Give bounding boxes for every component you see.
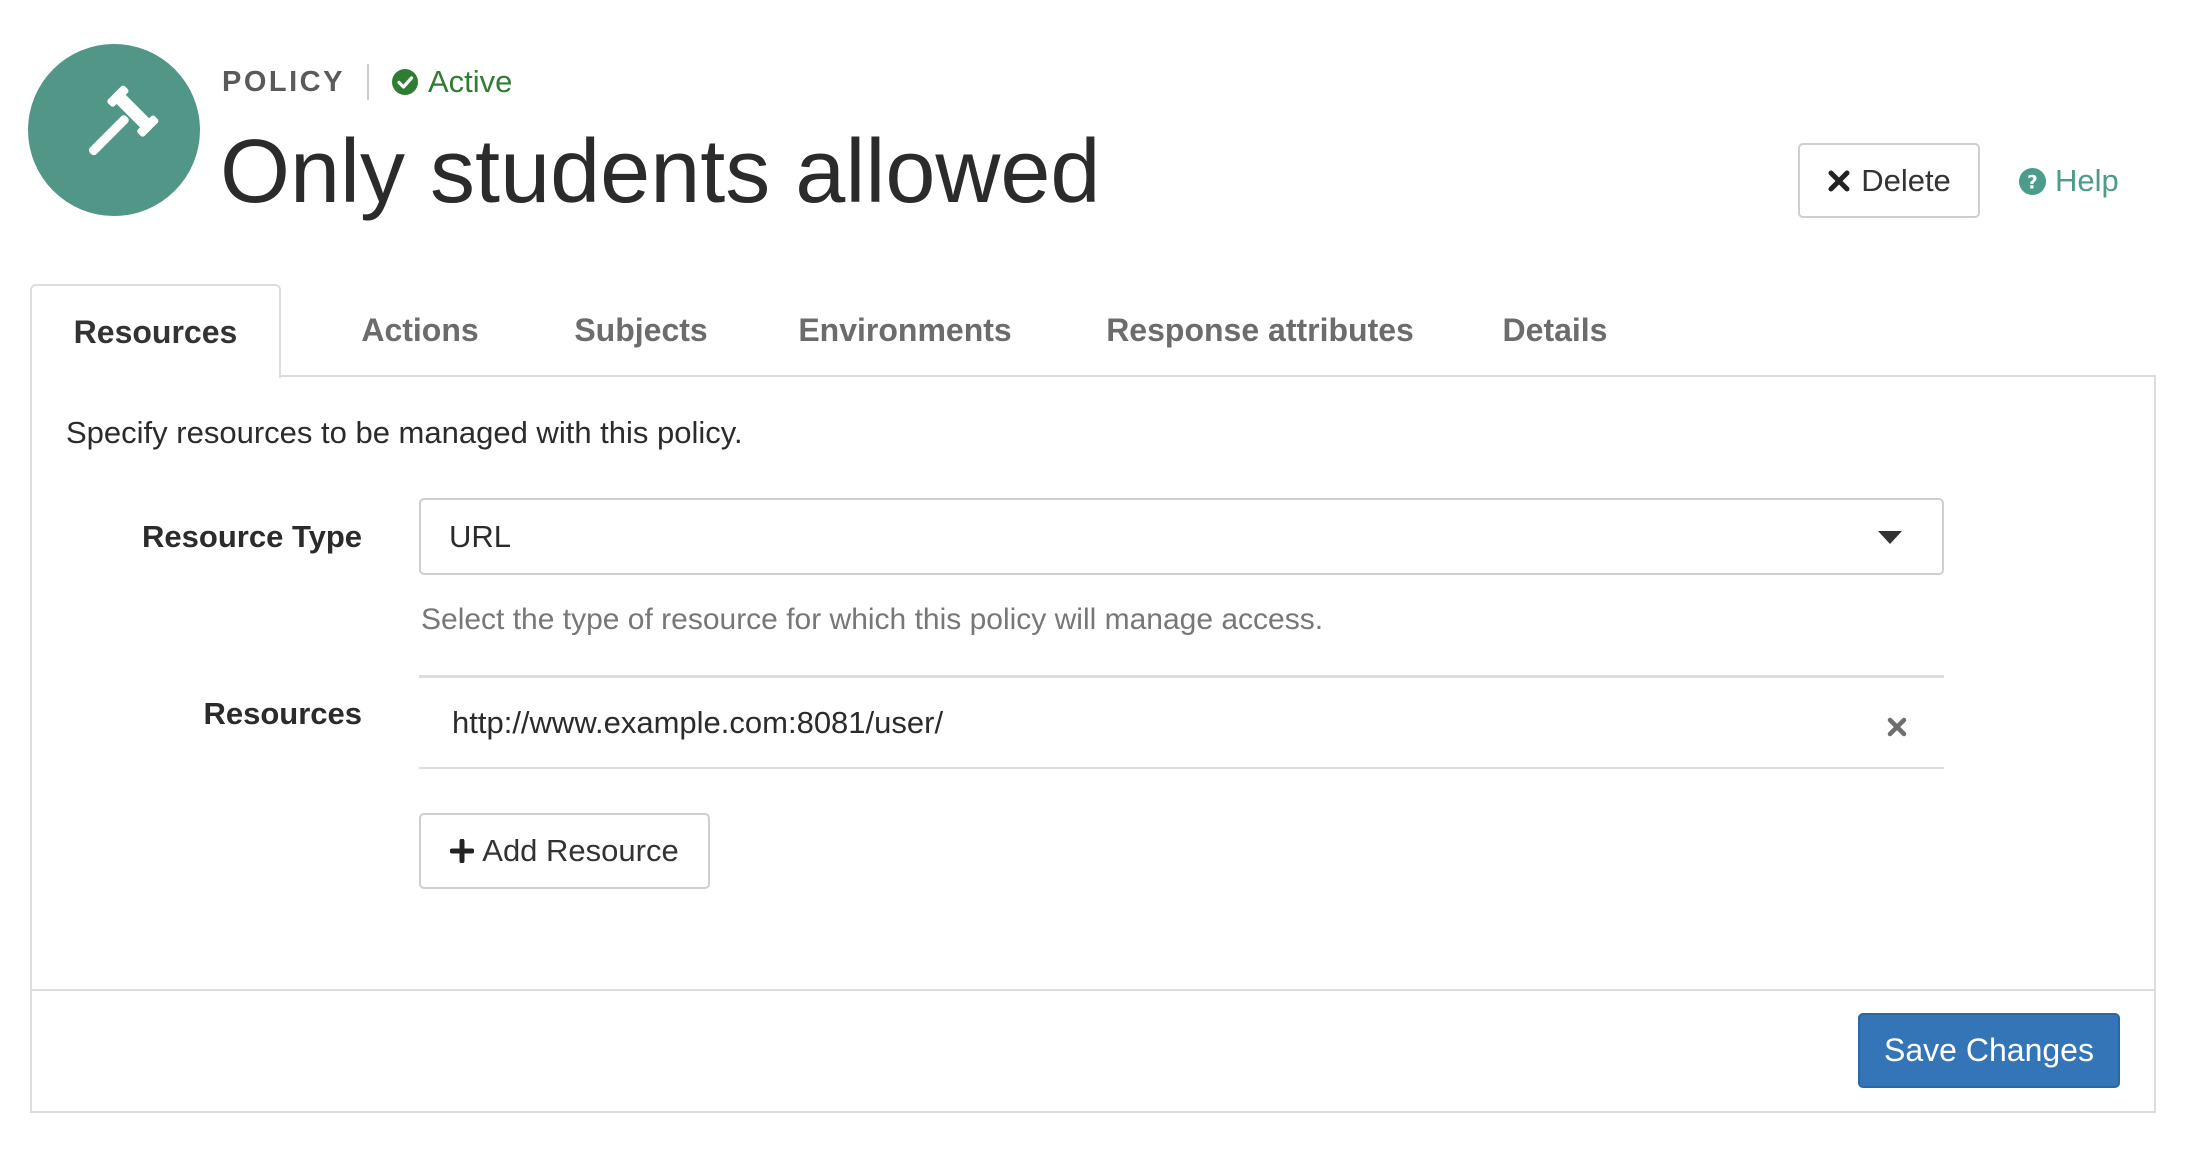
status-badge: Active (391, 64, 512, 100)
tab-resources[interactable]: Resources (30, 284, 281, 378)
gavel-icon (88, 85, 159, 156)
policy-type-label: POLICY (222, 65, 345, 98)
resources-label: Resources (203, 696, 362, 731)
save-changes-button[interactable]: Save Changes (1858, 1013, 2120, 1088)
policy-eyebrow: POLICY Active (222, 62, 512, 102)
page-title: Only students allowed (220, 122, 1101, 222)
tab-details[interactable]: Details (1466, 284, 1644, 376)
add-resource-button[interactable]: Add Resource (419, 813, 710, 889)
check-circle-icon (391, 69, 418, 95)
list-item: http://www.example.com:8081/user/ (419, 678, 1944, 767)
panel-footer: Save Changes (32, 989, 2154, 1111)
eyebrow-divider (366, 64, 369, 100)
resource-type-value: URL (449, 518, 512, 554)
help-link-label: Help (2055, 163, 2119, 198)
resource-type-help: Select the type of resource for which th… (421, 603, 1324, 636)
resource-value: http://www.example.com:8081/user/ (452, 704, 944, 740)
question-circle-icon: ? (2018, 167, 2047, 195)
resources-panel: Specify resources to be managed with thi… (30, 375, 2156, 1113)
close-icon[interactable] (1886, 716, 1908, 738)
resource-type-select[interactable]: URL (419, 498, 1944, 575)
add-resource-label: Add Resource (482, 833, 679, 868)
tab-environments[interactable]: Environments (760, 284, 1050, 376)
help-link[interactable]: ? Help (2018, 160, 2119, 202)
resource-list: http://www.example.com:8081/user/ (419, 675, 1944, 769)
panel-intro: Specify resources to be managed with thi… (66, 415, 743, 450)
tab-actions[interactable]: Actions (320, 284, 520, 376)
policy-editor-page: POLICY Active Only students allowed Dele… (0, 0, 2188, 1173)
status-text: Active (427, 64, 513, 99)
delete-button[interactable]: Delete (1798, 143, 1980, 218)
resource-type-label: Resource Type (142, 519, 362, 554)
policy-avatar (28, 44, 200, 216)
plus-icon (450, 839, 475, 863)
tab-subjects[interactable]: Subjects (532, 284, 750, 376)
tab-response-attributes[interactable]: Response attributes (1060, 284, 1460, 376)
close-icon (1828, 170, 1850, 191)
policy-tabs: Resources Actions Subjects Environments … (30, 284, 2156, 378)
caret-down-icon (1878, 531, 1902, 544)
svg-text:?: ? (2027, 172, 2038, 193)
delete-button-label: Delete (1861, 162, 1951, 198)
